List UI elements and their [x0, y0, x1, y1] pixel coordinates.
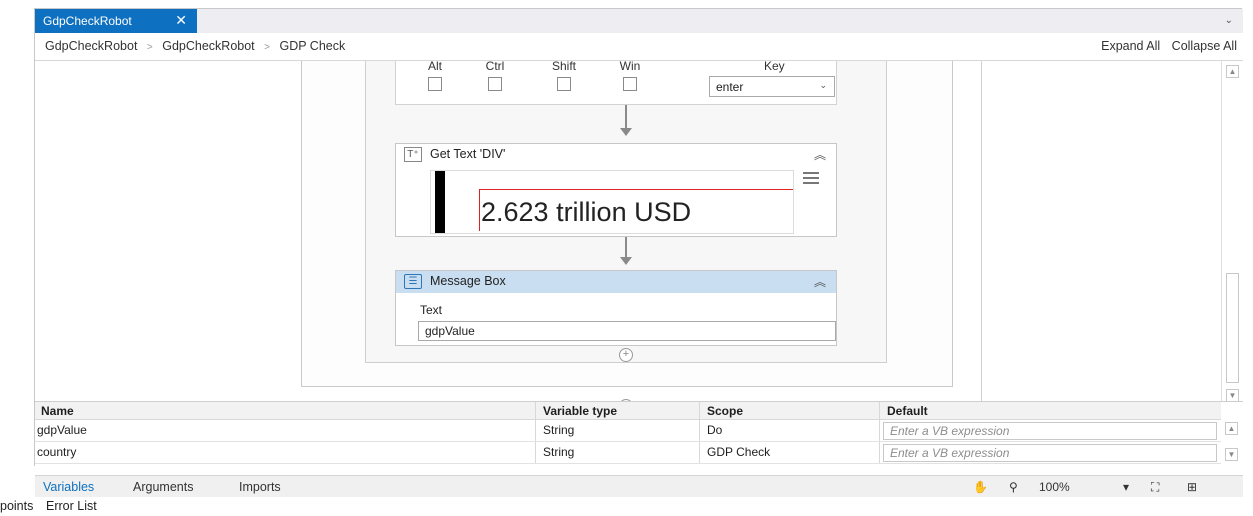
close-icon[interactable]: ✕: [175, 12, 187, 29]
element-screenshot: 2.623 trillion USD: [430, 170, 794, 234]
breadcrumb-separator: >: [146, 42, 153, 53]
hand-pan-icon[interactable]: ✋: [973, 480, 988, 494]
tab-label: GdpCheckRobot: [43, 14, 132, 28]
add-activity-icon[interactable]: +: [619, 348, 633, 362]
modifier-label: Shift: [551, 61, 576, 73]
screenshot-border-bar: [435, 171, 445, 233]
activity-header[interactable]: ☰ Message Box ︽: [396, 271, 836, 293]
variables-scrollbar[interactable]: ▲ ▼: [1221, 420, 1243, 464]
table-row[interactable]: gdpValue String Do Enter a VB expression: [35, 421, 1221, 442]
modifier-alt[interactable]: Alt: [420, 61, 450, 94]
get-text-icon: T⁺: [404, 147, 422, 162]
chevron-down-icon: ⌄: [819, 80, 827, 90]
modifier-label: Alt: [427, 61, 442, 73]
variable-scope[interactable]: Do: [707, 423, 722, 437]
expand-all-link[interactable]: Expand All: [1101, 39, 1160, 53]
variables-header-row: Name Variable type Scope Default: [35, 402, 1221, 420]
key-select-value: enter: [716, 80, 744, 94]
message-box-activity[interactable]: ☰ Message Box ︽ Text gdpValue: [395, 270, 837, 346]
canvas-divider: [981, 61, 982, 401]
overview-icon[interactable]: ⊞: [1187, 480, 1197, 494]
variable-name[interactable]: country: [37, 445, 76, 459]
checkbox[interactable]: [557, 77, 571, 91]
scroll-thumb[interactable]: [1226, 273, 1239, 383]
breadcrumb-separator: >: [264, 42, 270, 53]
menu-icon[interactable]: [803, 172, 819, 186]
text-field-label: Text: [420, 303, 443, 317]
variable-name[interactable]: gdpValue: [37, 423, 87, 437]
modifier-label: Ctrl: [485, 61, 505, 73]
scroll-up-icon[interactable]: ▲: [1225, 422, 1238, 435]
zoom-dropdown-icon[interactable]: ▾: [1123, 480, 1129, 494]
tab-gdpcheckrobot[interactable]: GdpCheckRobot ✕: [35, 9, 197, 33]
designer-tools: ✋ ⚲ 100% ▾ ⛶ ⊞: [973, 478, 1223, 496]
footer-tabs: points Error List: [0, 497, 400, 516]
designer-scrollbar[interactable]: ▲ ▼: [1221, 61, 1243, 401]
variables-panel: Name Variable type Scope Default gdpValu…: [35, 401, 1243, 467]
column-header[interactable]: Name: [41, 404, 74, 418]
flow-arrow: [625, 237, 627, 259]
screenshot-text: 2.623 trillion USD: [481, 197, 692, 227]
get-text-activity[interactable]: T⁺ Get Text 'DIV' ︽ 2.623 trillion USD: [395, 143, 837, 237]
breadcrumb-item[interactable]: GdpCheckRobot: [45, 39, 137, 53]
text-field-input[interactable]: gdpValue: [418, 321, 836, 341]
column-header[interactable]: Variable type: [543, 404, 617, 418]
checkbox[interactable]: [428, 77, 442, 91]
message-icon: ☰: [404, 274, 422, 289]
tab-breakpoints[interactable]: points: [0, 499, 33, 513]
chevron-down-icon[interactable]: ⌄: [1225, 15, 1233, 26]
workflow-designer-window: GdpCheckRobot ✕ ⌄ GdpCheckRobot > GdpChe…: [34, 8, 1243, 497]
scroll-down-icon[interactable]: ▼: [1226, 389, 1239, 401]
checkbox[interactable]: [623, 77, 637, 91]
column-header[interactable]: Scope: [707, 404, 743, 418]
scroll-up-icon[interactable]: ▲: [1226, 65, 1239, 78]
default-value-input[interactable]: Enter a VB expression: [883, 444, 1217, 462]
modifier-win[interactable]: Win: [614, 61, 646, 94]
tab-arguments[interactable]: Arguments: [133, 480, 193, 494]
tab-imports[interactable]: Imports: [239, 480, 281, 494]
zoom-level[interactable]: 100%: [1039, 480, 1070, 494]
designer-canvas[interactable]: Alt Ctrl Shift Win Key enter ⌄ T⁺ Get Te…: [35, 61, 1243, 401]
variable-scope[interactable]: GDP Check: [707, 445, 770, 459]
activity-header[interactable]: T⁺ Get Text 'DIV' ︽: [396, 144, 836, 166]
collapse-icon[interactable]: ︽: [814, 273, 826, 290]
document-tabstrip: GdpCheckRobot ✕ ⌄: [35, 9, 1243, 33]
arrowhead-icon: [620, 257, 632, 265]
scroll-down-icon[interactable]: ▼: [1225, 448, 1238, 461]
breadcrumb-bar: GdpCheckRobot > GdpCheckRobot > GDP Chec…: [35, 33, 1243, 61]
variable-type[interactable]: String: [543, 423, 574, 437]
table-row[interactable]: country String GDP Check Enter a VB expr…: [35, 443, 1221, 464]
column-header[interactable]: Default: [887, 404, 928, 418]
zoom-search-icon[interactable]: ⚲: [1009, 480, 1018, 494]
breadcrumb-item[interactable]: GDP Check: [279, 39, 345, 53]
collapse-icon[interactable]: ︽: [814, 146, 826, 163]
designer-bottom-bar: Variables Arguments Imports ✋ ⚲ 100% ▾ ⛶…: [35, 475, 1243, 497]
default-value-input[interactable]: Enter a VB expression: [883, 422, 1217, 440]
tab-error-list[interactable]: Error List: [46, 499, 97, 513]
modifier-shift[interactable]: Shift: [544, 61, 584, 94]
key-select[interactable]: enter ⌄: [709, 76, 835, 97]
modifier-ctrl[interactable]: Ctrl: [480, 61, 510, 94]
variable-type[interactable]: String: [543, 445, 574, 459]
tab-variables[interactable]: Variables: [43, 480, 94, 494]
breadcrumb: GdpCheckRobot > GdpCheckRobot > GDP Chec…: [45, 39, 345, 53]
activity-title: Get Text 'DIV': [430, 147, 506, 161]
flow-arrow: [625, 105, 627, 129]
activity-title: Message Box: [430, 274, 506, 288]
collapse-all-link[interactable]: Collapse All: [1172, 39, 1237, 53]
key-label: Key: [764, 61, 785, 73]
arrowhead-icon: [620, 128, 632, 136]
expand-collapse-links: Expand All Collapse All: [1093, 39, 1237, 53]
modifier-label: Win: [619, 61, 641, 73]
breadcrumb-item[interactable]: GdpCheckRobot: [162, 39, 254, 53]
fit-to-screen-icon[interactable]: ⛶: [1151, 480, 1159, 495]
checkbox[interactable]: [488, 77, 502, 91]
send-hotkey-activity[interactable]: Alt Ctrl Shift Win Key enter ⌄: [395, 61, 837, 105]
